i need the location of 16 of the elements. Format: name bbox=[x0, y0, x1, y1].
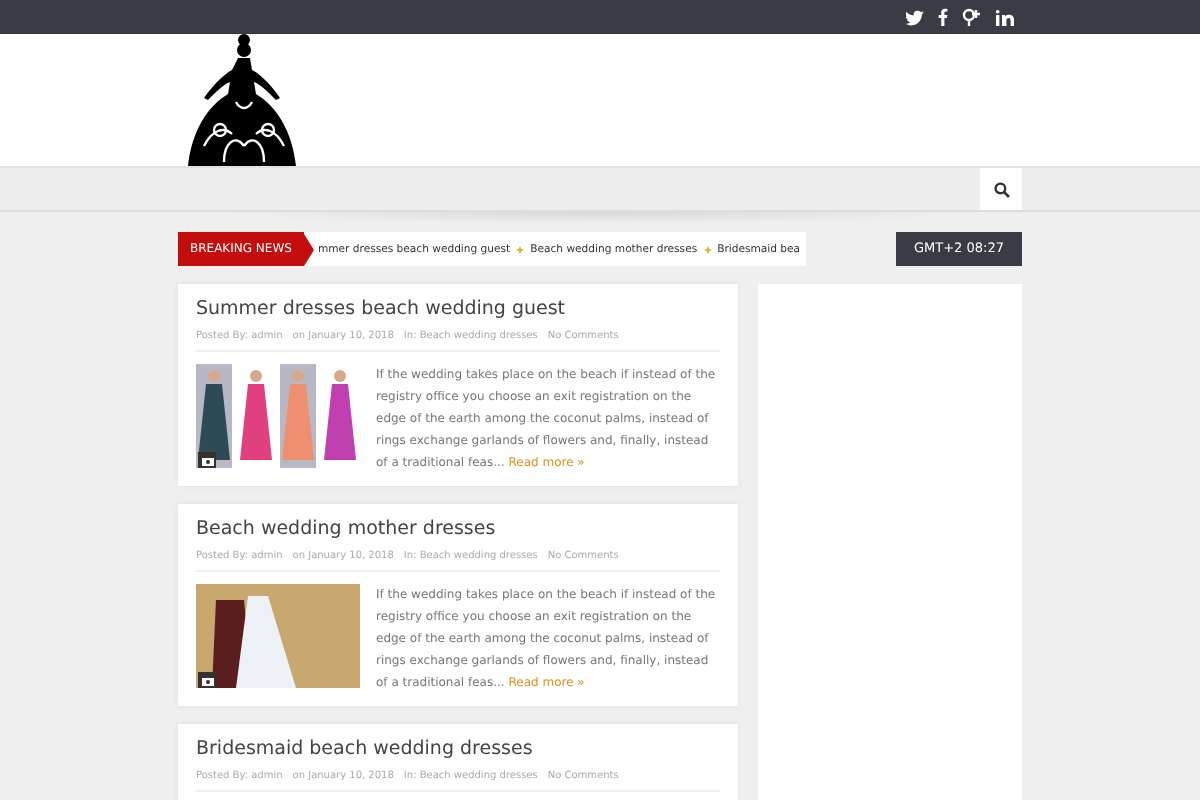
star-icon bbox=[703, 245, 712, 253]
g-plus-icon[interactable] bbox=[962, 8, 982, 26]
search-icon bbox=[993, 181, 1009, 197]
post-title[interactable]: Bridesmaid beach wedding dresses bbox=[196, 738, 720, 762]
camera-icon bbox=[198, 672, 216, 688]
bird-icon[interactable] bbox=[906, 9, 924, 25]
couple-photo-placeholder[interactable] bbox=[196, 584, 360, 688]
label-arrow-icon bbox=[303, 233, 314, 265]
f-letter-icon[interactable] bbox=[938, 8, 948, 26]
star-icon bbox=[516, 245, 525, 253]
camera-icon bbox=[198, 452, 216, 468]
dresses-photo-placeholder[interactable] bbox=[196, 364, 360, 468]
search-button[interactable] bbox=[980, 168, 1022, 210]
post-title[interactable]: Beach wedding mother dresses bbox=[196, 518, 720, 542]
in-letters-icon[interactable] bbox=[996, 9, 1014, 25]
post-title[interactable]: Summer dresses beach wedding guest bbox=[196, 298, 720, 322]
